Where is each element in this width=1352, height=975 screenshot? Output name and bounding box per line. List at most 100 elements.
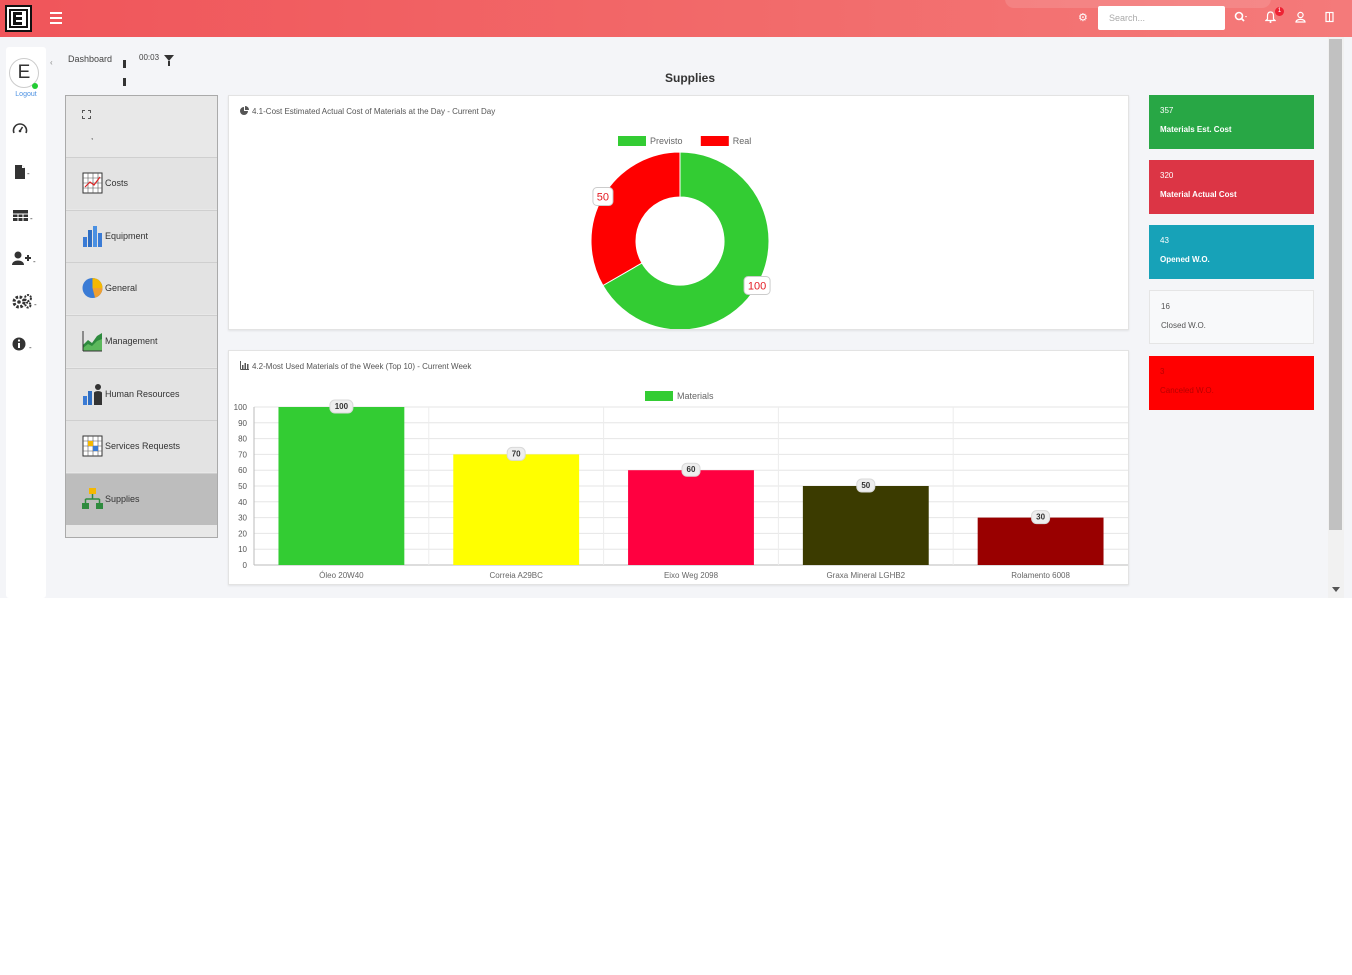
kpi-label: Closed W.O.	[1161, 321, 1206, 330]
data-label: 60	[681, 462, 701, 477]
gear-icon[interactable]: ⚙	[1078, 12, 1088, 24]
kpi-value: 320	[1160, 171, 1174, 180]
dashboard-gauge-icon[interactable]	[12, 122, 42, 139]
svg-text:-: -	[27, 169, 30, 178]
bar	[977, 517, 1104, 565]
page-title: Supplies	[664, 71, 715, 85]
settings-gears-icon[interactable]: -	[12, 293, 42, 312]
category-costs[interactable]: Costs	[66, 157, 217, 209]
kpi-tile[interactable]: 320 Material Actual Cost	[1149, 160, 1314, 214]
data-label-text: 30	[1036, 513, 1045, 522]
bar-chart: Materials 0 10 20 30 40 50 60 70 80 90 100 100 Óleo 2…	[234, 391, 1128, 580]
x-tick-label: Rolamento 6008	[1011, 571, 1070, 580]
data-label-text: 100	[748, 281, 766, 293]
table-icon[interactable]: -	[12, 207, 42, 226]
human-resources-icon	[83, 384, 102, 405]
y-tick-label: 20	[238, 529, 247, 538]
category-services-requests[interactable]: Services Requests	[66, 420, 217, 472]
filter-icon[interactable]	[164, 55, 174, 66]
data-label-text: 60	[687, 465, 696, 474]
legend-swatch	[618, 136, 646, 146]
data-label: 30	[1031, 510, 1051, 525]
legend-label: Materials	[677, 391, 714, 401]
app-logo[interactable]	[5, 5, 32, 32]
category-label: General	[105, 283, 138, 293]
bar	[628, 470, 754, 565]
left-sidebar: E Logout - - - - -	[6, 47, 46, 598]
costs-grid-icon	[82, 172, 103, 194]
legend-swatch	[700, 136, 729, 146]
online-status-dot	[32, 83, 38, 89]
y-tick-label: 100	[234, 403, 248, 412]
search-input[interactable]	[1098, 6, 1225, 30]
category-label: Services Requests	[105, 441, 181, 451]
collapse-arrow-icon[interactable]: ‹	[50, 58, 53, 67]
user-icon[interactable]	[1295, 11, 1306, 27]
search-icon[interactable]	[1234, 11, 1248, 27]
category-panel-header: ,	[66, 96, 217, 158]
y-tick-label: 70	[238, 450, 247, 459]
expand-icon[interactable]	[82, 110, 91, 119]
category-label: Management	[105, 336, 158, 346]
legend-label: Previsto	[650, 136, 683, 146]
category-label: Supplies	[105, 494, 140, 504]
legend-label: Real	[733, 136, 752, 146]
category-supplies[interactable]: Supplies	[66, 473, 217, 525]
document-icon[interactable]: -	[12, 164, 42, 183]
category-label: Costs	[105, 178, 129, 188]
svg-text:-: -	[30, 214, 33, 223]
bar	[278, 407, 405, 565]
svg-text:-: -	[29, 343, 32, 352]
donut-slice	[590, 151, 681, 287]
logout-link[interactable]: Logout	[6, 91, 46, 98]
kpi-tile[interactable]: 357 Materials Est. Cost	[1149, 95, 1314, 149]
x-tick-label: Graxa Mineral LGHB2	[826, 571, 905, 580]
info-icon[interactable]: -	[12, 336, 42, 355]
kpi-tile[interactable]: 3 Canceled W.O.	[1149, 356, 1314, 410]
kpi-value: 43	[1160, 236, 1169, 245]
bar	[802, 486, 929, 565]
kpi-label: Materials Est. Cost	[1160, 125, 1232, 134]
data-label-text: 50	[597, 192, 609, 204]
data-label: 100	[329, 399, 354, 414]
kpi-label: Opened W.O.	[1160, 255, 1210, 264]
menu-icon[interactable]	[50, 12, 62, 24]
donut-chart: Previsto Real 100 50	[590, 136, 771, 329]
general-pie-icon	[82, 278, 103, 298]
y-tick-label: 60	[238, 466, 247, 475]
y-tick-label: 10	[238, 545, 247, 554]
kpi-tile[interactable]: 16 Closed W.O.	[1149, 290, 1314, 344]
scrollbar-thumb[interactable]	[1329, 39, 1342, 530]
data-label-text: 100	[335, 402, 349, 411]
y-tick-label: 40	[238, 498, 247, 507]
bell-icon[interactable]	[1264, 11, 1277, 27]
category-general[interactable]: General	[66, 262, 217, 314]
category-management[interactable]: Management	[66, 315, 217, 367]
data-label: 50	[592, 187, 614, 206]
svg-text:-: -	[34, 300, 37, 309]
bar	[453, 454, 580, 565]
breadcrumb[interactable]: Dashboard	[68, 54, 112, 64]
svg-text:-: -	[33, 257, 36, 266]
legend-item: Materials	[645, 391, 714, 401]
equipment-bars-icon	[83, 226, 102, 247]
scroll-down-arrow-icon[interactable]	[1332, 587, 1340, 592]
pause-icon[interactable]	[123, 55, 131, 86]
chart-card-cost-estimated: 4.1-Cost Estimated Actual Cost of Materi…	[228, 95, 1129, 330]
data-label: 70	[506, 446, 526, 461]
kpi-value: 16	[1161, 302, 1170, 311]
top-navbar: ⚙ 1	[0, 0, 1352, 37]
kpi-label: Canceled W.O.	[1160, 386, 1214, 395]
y-tick-label: 30	[238, 514, 247, 523]
refresh-timer: 00:03	[139, 53, 160, 62]
add-user-icon[interactable]: -	[12, 250, 42, 269]
category-human-resources[interactable]: Human Resources	[66, 368, 217, 420]
kpi-label: Material Actual Cost	[1160, 190, 1237, 199]
category-label: Equipment	[105, 231, 149, 241]
y-tick-label: 0	[243, 561, 248, 570]
kpi-tile[interactable]: 43 Opened W.O.	[1149, 225, 1314, 279]
category-equipment[interactable]: Equipment	[66, 210, 217, 262]
notification-badge: 1	[1275, 7, 1284, 16]
exit-icon[interactable]	[1325, 11, 1334, 27]
chart-card-most-used-materials: 4.2-Most Used Materials of the Week (Top…	[228, 350, 1129, 585]
